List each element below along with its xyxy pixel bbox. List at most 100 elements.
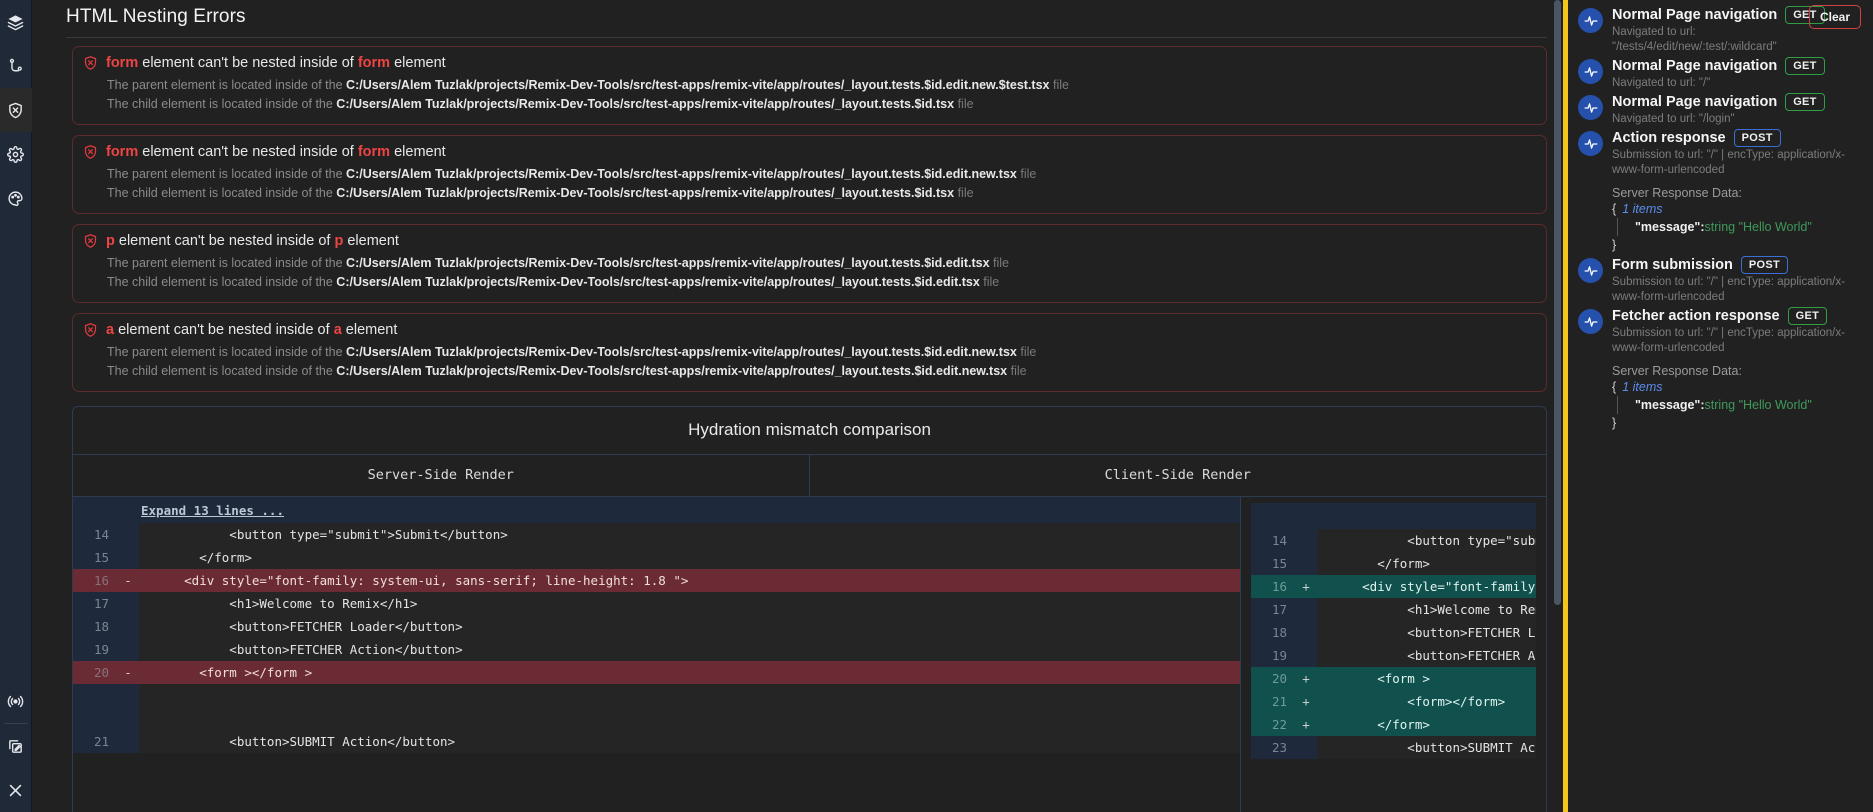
main-scrollbar-thumb[interactable] [1554,0,1561,605]
event-item[interactable]: Fetcher action response GET Submission to … [1578,307,1863,432]
event-item[interactable]: Normal Page navigation GET Navigated to ur… [1578,93,1863,127]
diff-line-sign [117,638,139,661]
layers-icon[interactable] [0,0,32,44]
event-subtitle: Navigated to url: "/" [1612,77,1711,89]
diff-line-code: <h1>Welcome to Remix</h1> [139,592,1240,615]
diff-line: 16 + <div style="font-family: system-ui, … [1251,575,1536,598]
diff-line: 23 <button>SUBMIT Action</button> [1251,736,1536,759]
diff-line-code: <form > [1317,667,1536,690]
diff-line-sign: + [1302,717,1310,732]
clear-button[interactable]: Clear [1808,5,1861,29]
main-scrollbar[interactable] [1554,0,1561,812]
diff-line-number: 17 [93,596,109,611]
error-parent-tag: form [357,144,391,160]
diff-line: 18 <button>FETCHER Loader</button> [1251,621,1536,644]
json-key: "message": [1635,398,1705,412]
error-parent-path: C:/Users/Alem Tuzlak/projects/Remix-Dev-… [346,345,1017,359]
error-child-location: The child element is located inside of t… [107,186,974,200]
nesting-error-card: a element can't be nested inside of a el… [72,313,1547,392]
diff-line-number: 14 [93,527,109,542]
main-content: HTML Nesting Errors form element can't b… [32,0,1563,812]
error-child-tag: form [106,144,139,160]
json-indent-guide [1617,396,1627,414]
devtools-root: HTML Nesting Errors form element can't b… [0,0,1873,812]
hydration-mismatch-panel: Hydration mismatch comparison Server-Sid… [72,406,1547,812]
event-subtitle: Submission to url: "/" | encType: applic… [1612,149,1845,176]
close-icon[interactable] [0,768,32,812]
diff-line-code: <button type="submit">Submit</button> [1317,529,1536,552]
expand-lines-row-left[interactable]: Expand 13 lines ... [73,497,1240,523]
palette-icon[interactable] [0,176,32,220]
diff-line: 17 <h1>Welcome to Remix</h1> [1251,598,1536,621]
broadcast-icon[interactable] [0,679,32,723]
diff-line-code: <button type="submit">Submit</button> [139,523,1240,546]
diff-line-sign [117,615,139,638]
diff-line-number: 19 [93,642,109,657]
json-key: "message": [1635,220,1705,234]
event-title: Fetcher action response [1612,308,1780,324]
diff-header-server: Server-Side Render [73,455,810,496]
git-branch-icon[interactable] [0,44,32,88]
diff-column-server: Expand 13 lines ... 14 <button type="sub… [73,497,1241,812]
diff-line-code: <button>FETCHER Action</button> [1317,644,1536,667]
error-parent-location: The parent element is located inside of … [107,256,1009,270]
event-subtitle: Navigated to url: "/tests/4/edit/new/:te… [1612,26,1777,53]
diff-line [73,707,1240,730]
json-entry: "message":string "Hello World" [1612,218,1863,236]
diff-line: 19 <button>FETCHER Action</button> [73,638,1240,661]
diff-line-code: <div style="font-family: system-ui, sans… [1317,575,1536,598]
diff-line-sign [1295,621,1317,644]
event-item[interactable]: Form submission POST Submission to url: "/… [1578,256,1863,305]
event-item[interactable]: Action response POST Submission to url: "/… [1578,129,1863,254]
diff-line: 15 </form> [1251,552,1536,575]
activity-icon [1578,131,1603,156]
json-brace-close: } [1612,238,1617,252]
event-method-badge: GET [1785,57,1825,75]
diff-line-sign [117,707,139,730]
nesting-errors-list: form element can't be nested inside of f… [36,38,1555,392]
event-method-badge: POST [1733,129,1781,147]
error-parent-path: C:/Users/Alem Tuzlak/projects/Remix-Dev-… [346,256,990,270]
gear-icon[interactable] [0,132,32,176]
event-item[interactable]: Normal Page navigation GET Navigated to ur… [1578,57,1863,91]
diff-line-sign [117,523,139,546]
diff-line: 17 <h1>Welcome to Remix</h1> [73,592,1240,615]
json-value: "Hello World" [1738,398,1812,412]
shield-error-icon[interactable] [0,88,32,132]
error-child-location: The child element is located inside of t… [107,275,1000,289]
event-title: Normal Page navigation [1612,7,1778,23]
json-type: string [1704,398,1739,412]
diff-line: 15 </form> [73,546,1240,569]
diff-line-code: <div style="font-family: system-ui, sans… [139,569,1240,592]
error-parent-tag: form [357,55,391,71]
diff-line-sign: + [1302,694,1310,709]
diff-rows-server: 14 <button type="submit">Submit</button>… [73,523,1240,753]
expand-lines-link-left[interactable]: Expand 13 lines ... [141,503,284,518]
diff-line-number: 20 [93,665,109,680]
diff-line-code: </form> [1317,552,1536,575]
error-parent-location: The parent element is located inside of … [107,78,1069,92]
json-entry: "message":string "Hello World" [1612,396,1863,414]
error-parent-location: The parent element is located inside of … [107,167,1037,181]
nesting-error-card: form element can't be nested inside of f… [72,135,1547,214]
activity-icon [1578,309,1603,334]
diff-header-client: Client-Side Render [1104,467,1251,483]
diff-line: 21 <button>SUBMIT Action</button> [73,730,1240,753]
diff-line-sign [1295,552,1317,575]
diff-line-number: 21 [93,734,109,749]
shield-error-icon [83,144,98,160]
activity-icon [1578,8,1603,33]
main-panel: HTML Nesting Errors form element can't b… [32,0,1563,812]
diff-line: 19 <button>FETCHER Action</button> [1251,644,1536,667]
diff-rows-client: 14 <button type="submit">Submit</button>… [1251,529,1536,759]
diff-line-code: <button>FETCHER Loader</button> [139,615,1240,638]
activity-icon [1578,258,1603,283]
event-title: Normal Page navigation [1612,58,1778,74]
server-response-label: Server Response Data: [1612,364,1742,378]
nesting-error-card: p element can't be nested inside of p el… [72,224,1547,303]
diff-line: 14 <button type="submit">Submit</button> [1251,529,1536,552]
copy-edit-icon[interactable] [0,724,32,768]
diff-body: Expand 13 lines ... 14 <button type="sub… [73,497,1546,812]
error-child-location: The child element is located inside of t… [107,364,1027,378]
event-subtitle: Submission to url: "/" | encType: applic… [1612,276,1845,303]
